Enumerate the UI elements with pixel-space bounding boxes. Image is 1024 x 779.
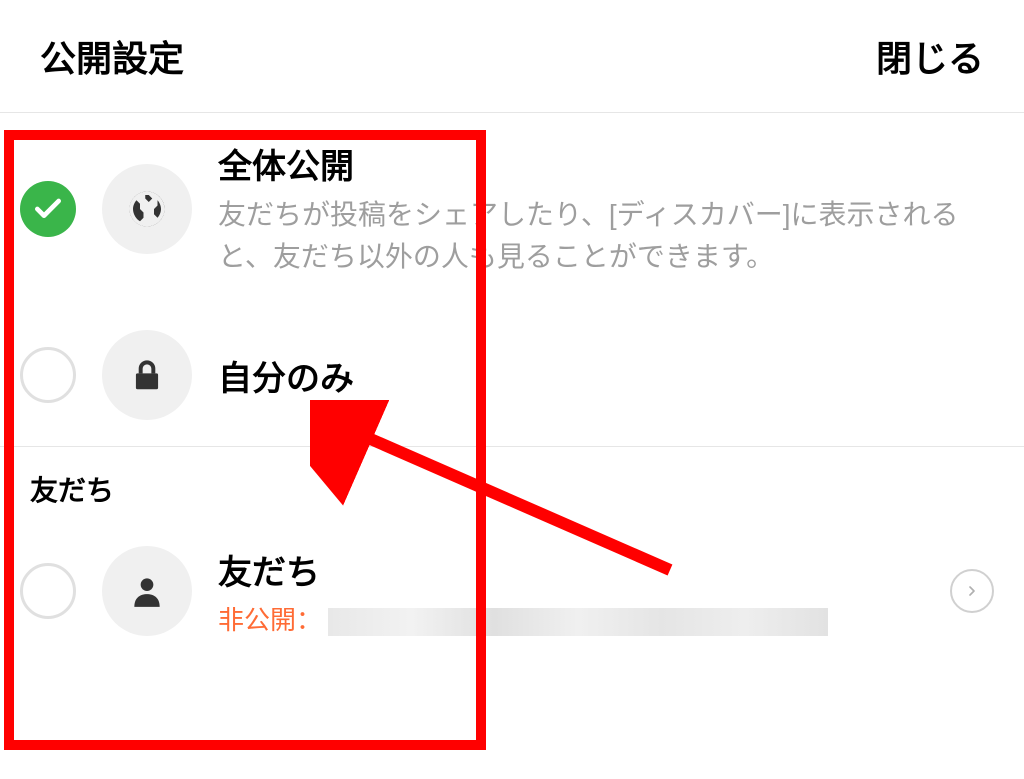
person-icon	[128, 572, 166, 610]
redacted-names	[328, 608, 828, 636]
person-icon-container	[102, 546, 192, 636]
globe-icon-container	[102, 164, 192, 254]
radio-selected[interactable]	[20, 181, 76, 237]
option-title: 自分のみ	[218, 351, 994, 400]
lock-icon-container	[102, 330, 192, 420]
option-title: 友だち	[218, 545, 924, 594]
private-prefix: 非公開：	[218, 605, 322, 635]
option-only-me[interactable]: 自分のみ	[0, 304, 1024, 447]
header: 公開設定 閉じる	[0, 0, 1024, 112]
option-text: 自分のみ	[218, 351, 994, 400]
privacy-options-list: 全体公開 友だちが投稿をシェアしたり、[ディスカバー]に表示されると、友だち以外…	[0, 112, 1024, 663]
chevron-button[interactable]	[950, 569, 994, 613]
close-button[interactable]: 閉じる	[876, 30, 984, 82]
option-description: 友だちが投稿をシェアしたり、[ディスカバー]に表示されると、友だち以外の人も見る…	[218, 194, 994, 278]
lock-icon	[128, 356, 166, 394]
option-title: 全体公開	[218, 139, 994, 188]
check-icon	[32, 193, 64, 225]
option-public[interactable]: 全体公開 友だちが投稿をシェアしたり、[ディスカバー]に表示されると、友だち以外…	[0, 113, 1024, 304]
globe-icon	[126, 188, 168, 230]
option-text: 全体公開 友だちが投稿をシェアしたり、[ディスカバー]に表示されると、友だち以外…	[218, 139, 994, 278]
chevron-right-icon	[964, 583, 980, 599]
private-list-label: 非公開：	[218, 600, 924, 637]
radio-unselected[interactable]	[20, 347, 76, 403]
section-label-friends: 友だち	[0, 447, 1024, 519]
radio-unselected[interactable]	[20, 563, 76, 619]
option-text: 友だち 非公開：	[218, 545, 924, 637]
option-friends[interactable]: 友だち 非公開：	[0, 519, 1024, 663]
page-title: 公開設定	[40, 30, 184, 82]
